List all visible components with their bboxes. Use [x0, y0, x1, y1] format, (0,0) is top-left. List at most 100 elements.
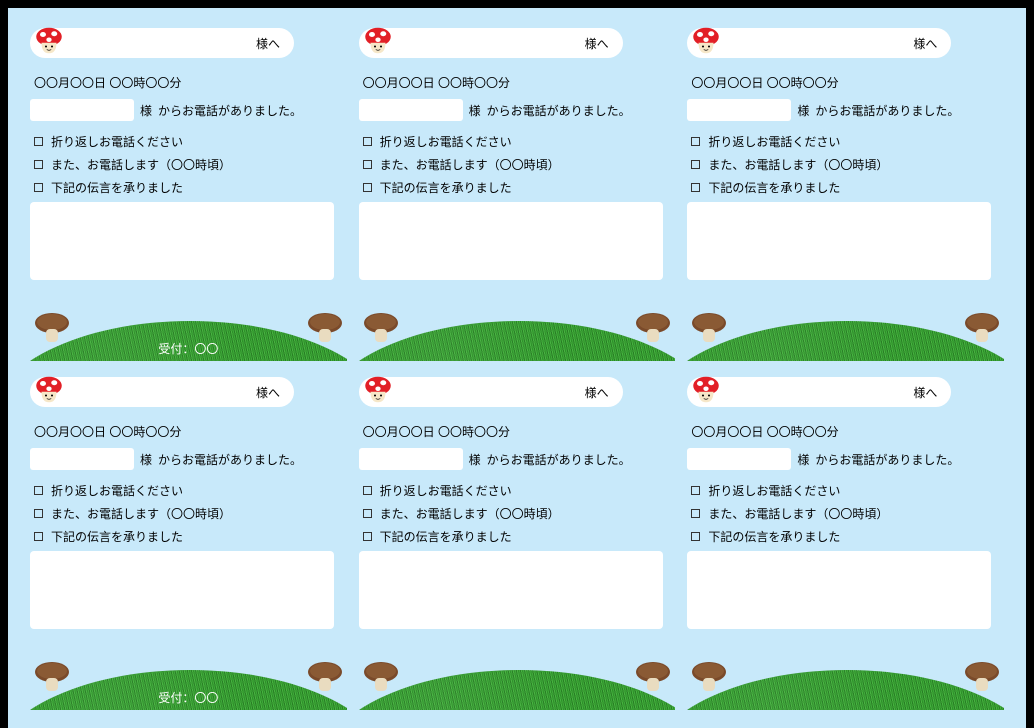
caller-suffix: 様: [797, 102, 809, 119]
recipient-pill: 様へ: [359, 28, 623, 58]
recipient-input-area[interactable]: [68, 28, 244, 58]
recipient-suffix: 様へ: [585, 384, 609, 401]
recipient-input-area[interactable]: [725, 28, 901, 58]
caller-input[interactable]: [687, 99, 791, 121]
caller-suffix: 様: [469, 102, 481, 119]
recipient-pill: 様へ: [30, 377, 294, 407]
checkbox-list: 折り返しお電話ください また、お電話します（〇〇時頃） 下記の伝言を承りました: [34, 482, 347, 545]
recipient-input-area[interactable]: [68, 377, 244, 407]
check-message: 下記の伝言を承りました: [34, 179, 347, 196]
checkbox-icon[interactable]: [34, 532, 43, 541]
checkbox-icon[interactable]: [34, 183, 43, 192]
memo-card: 様へ 〇〇月〇〇日 〇〇時〇〇分 様 からお電話がありました。 折り返しお電話く…: [687, 26, 1004, 361]
date-time-line: 〇〇月〇〇日 〇〇時〇〇分: [691, 74, 1004, 91]
caller-input[interactable]: [359, 99, 463, 121]
recipient-pill: 様へ: [359, 377, 623, 407]
memo-textarea[interactable]: [30, 551, 334, 629]
checkbox-icon[interactable]: [34, 509, 43, 518]
mushroom-brown-icon: [962, 660, 1002, 692]
mushroom-red-icon: [691, 26, 721, 58]
mushroom-brown-icon: [305, 311, 345, 343]
caller-suffix: 様: [797, 451, 809, 468]
recipient-suffix: 様へ: [913, 35, 937, 52]
mushroom-brown-icon: [361, 660, 401, 692]
check-label: 折り返しお電話ください: [380, 482, 512, 499]
date-time-line: 〇〇月〇〇日 〇〇時〇〇分: [691, 423, 1004, 440]
caller-row: 様 からお電話がありました。: [687, 99, 1004, 121]
mushroom-brown-icon: [689, 660, 729, 692]
recipient-suffix: 様へ: [585, 35, 609, 52]
check-label: 下記の伝言を承りました: [51, 528, 183, 545]
check-label: また、お電話します（〇〇時頃）: [380, 156, 560, 173]
check-callback: 折り返しお電話ください: [691, 133, 1004, 150]
caller-rest: からお電話がありました。: [158, 451, 302, 468]
recipient-input-area[interactable]: [725, 377, 901, 407]
mushroom-brown-icon: [689, 311, 729, 343]
check-will-call: また、お電話します（〇〇時頃）: [34, 156, 347, 173]
check-message: 下記の伝言を承りました: [34, 528, 347, 545]
memo-textarea[interactable]: [687, 551, 991, 629]
caller-rest: からお電話がありました。: [487, 451, 631, 468]
checkbox-list: 折り返しお電話ください また、お電話します（〇〇時頃） 下記の伝言を承りました: [34, 133, 347, 196]
checkbox-icon[interactable]: [34, 486, 43, 495]
checkbox-icon[interactable]: [34, 137, 43, 146]
checkbox-icon[interactable]: [691, 137, 700, 146]
checkbox-list: 折り返しお電話ください また、お電話します（〇〇時頃） 下記の伝言を承りました: [363, 133, 676, 196]
mushroom-red-icon: [34, 26, 64, 58]
receipt-label: 受付：〇〇: [158, 340, 218, 357]
memo-textarea[interactable]: [687, 202, 991, 280]
mushroom-brown-icon: [633, 660, 673, 692]
caller-input[interactable]: [687, 448, 791, 470]
date-time-line: 〇〇月〇〇日 〇〇時〇〇分: [363, 74, 676, 91]
mushroom-brown-icon: [32, 311, 72, 343]
check-callback: 折り返しお電話ください: [691, 482, 1004, 499]
date-time-line: 〇〇月〇〇日 〇〇時〇〇分: [363, 423, 676, 440]
caller-input[interactable]: [30, 448, 134, 470]
mushroom-brown-icon: [361, 311, 401, 343]
checkbox-icon[interactable]: [363, 532, 372, 541]
check-label: 下記の伝言を承りました: [708, 528, 840, 545]
checkbox-icon[interactable]: [363, 160, 372, 169]
checkbox-icon[interactable]: [363, 183, 372, 192]
check-callback: 折り返しお電話ください: [34, 133, 347, 150]
caller-row: 様 からお電話がありました。: [30, 448, 347, 470]
check-will-call: また、お電話します（〇〇時頃）: [691, 156, 1004, 173]
check-will-call: また、お電話します（〇〇時頃）: [363, 505, 676, 522]
check-label: 下記の伝言を承りました: [380, 528, 512, 545]
recipient-input-area[interactable]: [397, 28, 573, 58]
check-callback: 折り返しお電話ください: [34, 482, 347, 499]
check-label: また、お電話します（〇〇時頃）: [51, 156, 231, 173]
check-message: 下記の伝言を承りました: [363, 179, 676, 196]
caller-rest: からお電話がありました。: [815, 102, 959, 119]
check-label: 折り返しお電話ください: [708, 133, 840, 150]
caller-input[interactable]: [30, 99, 134, 121]
checkbox-icon[interactable]: [691, 486, 700, 495]
grass-hill-icon: [687, 321, 1004, 361]
caller-rest: からお電話がありました。: [158, 102, 302, 119]
recipient-suffix: 様へ: [256, 384, 280, 401]
checkbox-icon[interactable]: [363, 486, 372, 495]
check-will-call: また、お電話します（〇〇時頃）: [34, 505, 347, 522]
recipient-input-area[interactable]: [397, 377, 573, 407]
checkbox-icon[interactable]: [691, 509, 700, 518]
caller-row: 様 からお電話がありました。: [359, 99, 676, 121]
checkbox-icon[interactable]: [363, 137, 372, 146]
caller-rest: からお電話がありました。: [815, 451, 959, 468]
memo-textarea[interactable]: [359, 202, 663, 280]
check-label: 下記の伝言を承りました: [51, 179, 183, 196]
memo-card: 様へ 〇〇月〇〇日 〇〇時〇〇分 様 からお電話がありました。 折り返しお電話く…: [359, 26, 676, 361]
mushroom-red-icon: [363, 375, 393, 407]
recipient-pill: 様へ: [687, 377, 951, 407]
checkbox-icon[interactable]: [691, 160, 700, 169]
memo-textarea[interactable]: [359, 551, 663, 629]
checkbox-icon[interactable]: [363, 509, 372, 518]
caller-row: 様 からお電話がありました。: [687, 448, 1004, 470]
checkbox-icon[interactable]: [34, 160, 43, 169]
caller-input[interactable]: [359, 448, 463, 470]
checkbox-icon[interactable]: [691, 532, 700, 541]
check-label: 下記の伝言を承りました: [380, 179, 512, 196]
check-label: 折り返しお電話ください: [708, 482, 840, 499]
memo-textarea[interactable]: [30, 202, 334, 280]
memo-card: 様へ 〇〇月〇〇日 〇〇時〇〇分 様 からお電話がありました。 折り返しお電話く…: [30, 375, 347, 710]
checkbox-icon[interactable]: [691, 183, 700, 192]
